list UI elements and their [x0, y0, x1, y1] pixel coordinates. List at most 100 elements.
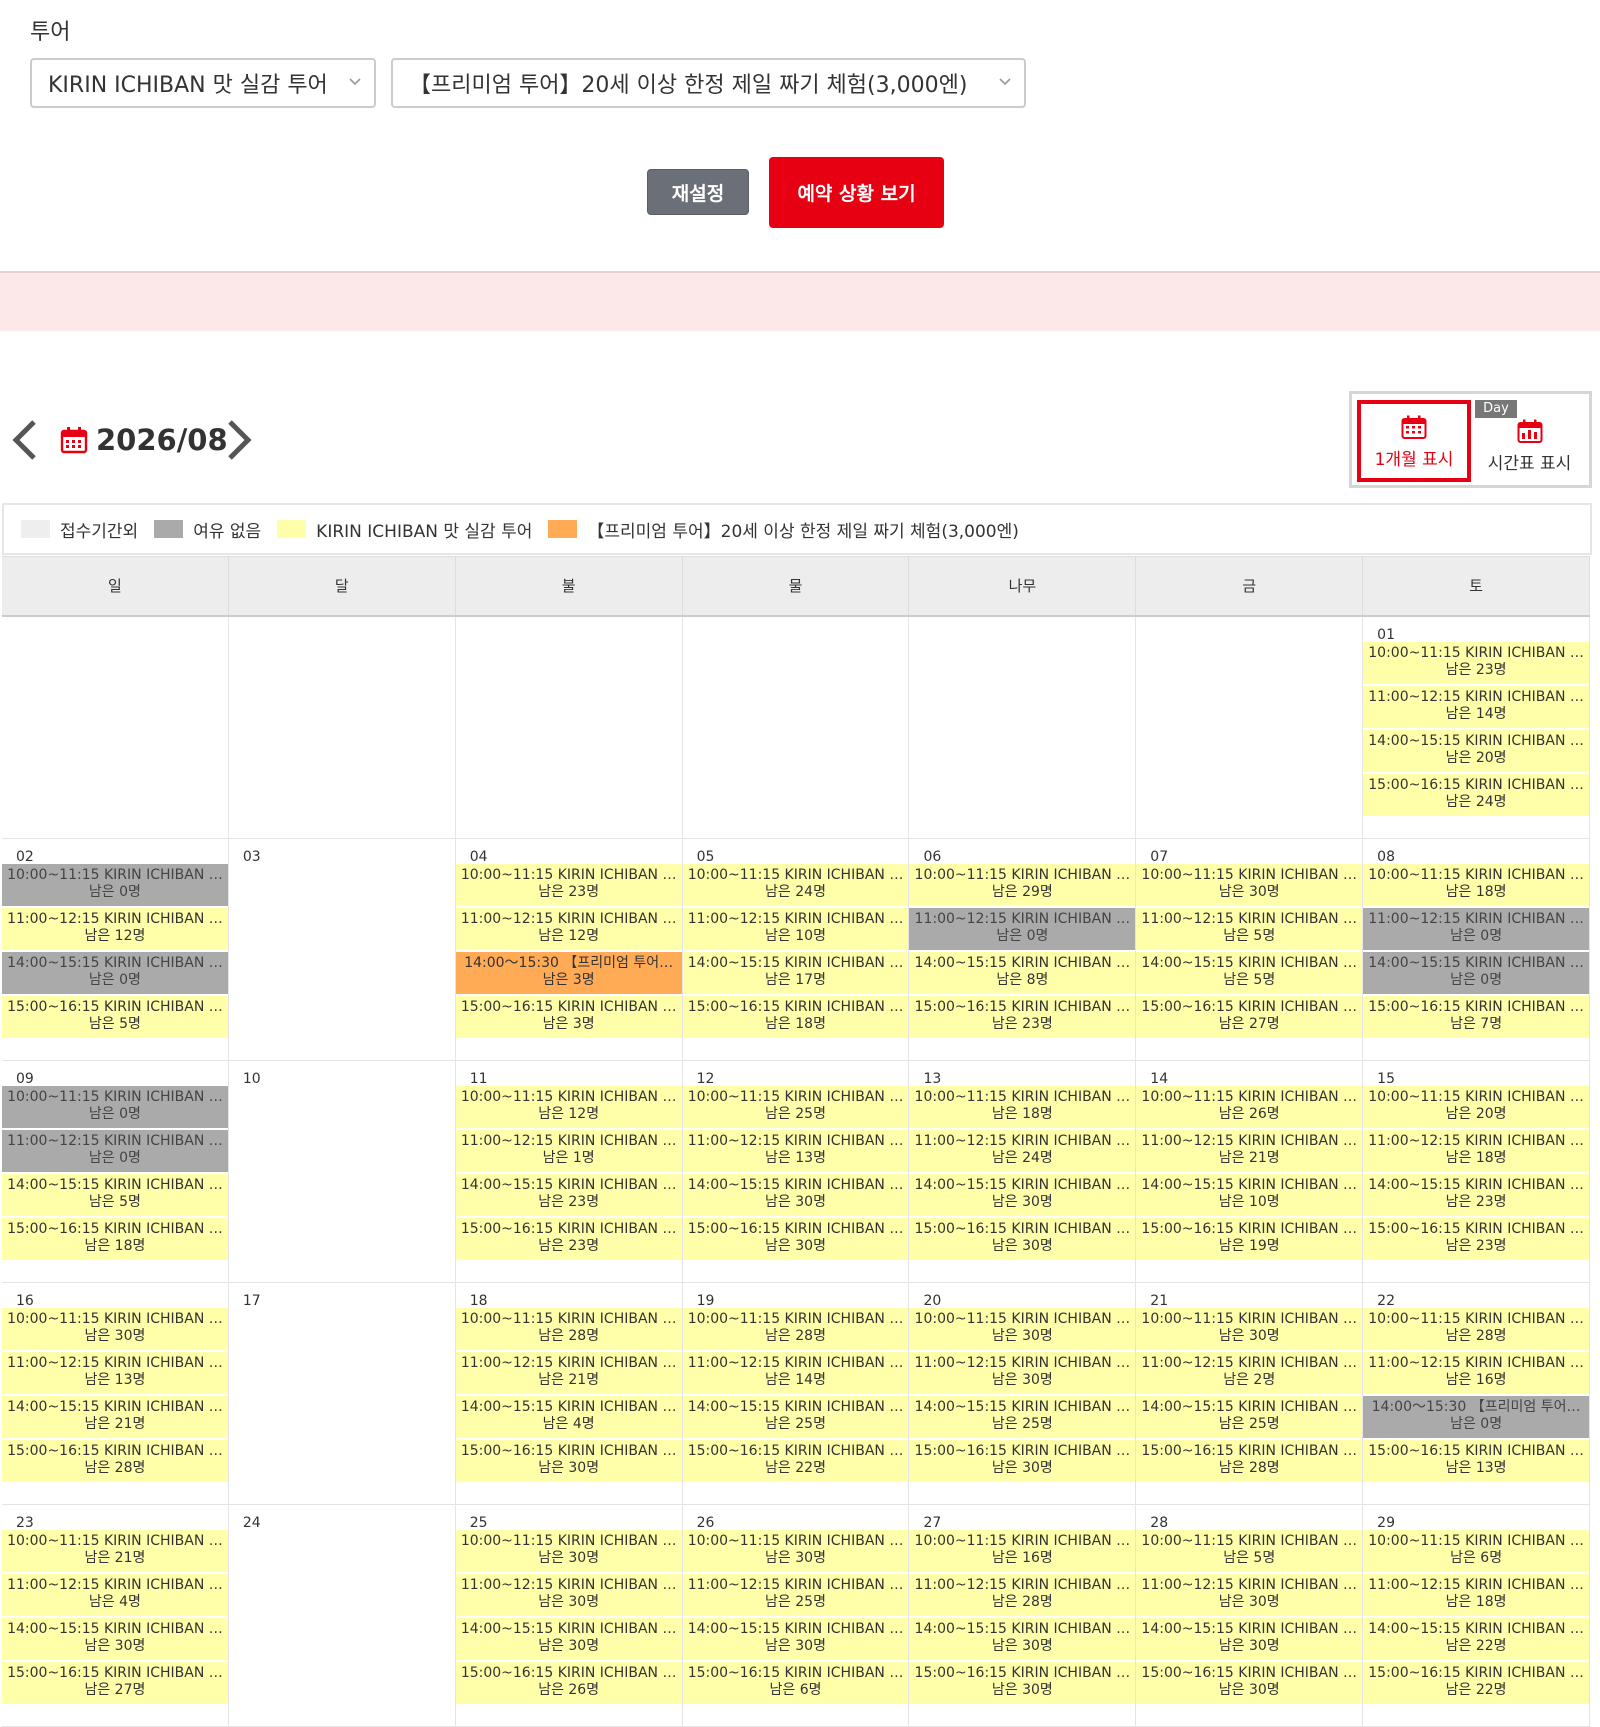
tour-slot[interactable]: 10:00~11:15 KIRIN ICHIBAN … 남은 0명 — [2, 864, 228, 906]
tour-slot[interactable]: 11:00~12:15 KIRIN ICHIBAN … 남은 5명 — [1136, 908, 1363, 950]
tour-slot[interactable]: 14:00~15:15 KIRIN ICHIBAN … 남은 25명 — [682, 1396, 909, 1438]
tour-slot[interactable]: 14:00~15:15 KIRIN ICHIBAN … 남은 25명 — [1136, 1396, 1363, 1438]
tour-slot[interactable]: 15:00~16:15 KIRIN ICHIBAN … 남은 24명 — [1363, 774, 1590, 816]
tour-slot[interactable]: 10:00~11:15 KIRIN ICHIBAN … 남은 6명 — [1363, 1530, 1590, 1572]
tour-slot[interactable]: 11:00~12:15 KIRIN ICHIBAN … 남은 0명 — [2, 1130, 228, 1172]
tour-slot[interactable]: 11:00~12:15 KIRIN ICHIBAN … 남은 12명 — [455, 908, 682, 950]
tour-slot[interactable]: 10:00~11:15 KIRIN ICHIBAN … 남은 29명 — [909, 864, 1136, 906]
tour-slot[interactable]: 15:00~16:15 KIRIN ICHIBAN … 남은 26명 — [455, 1662, 682, 1704]
tour-slot[interactable]: 10:00~11:15 KIRIN ICHIBAN … 남은 28명 — [455, 1308, 682, 1350]
tour-slot[interactable]: 14:00~15:15 KIRIN ICHIBAN … 남은 23명 — [1363, 1174, 1590, 1216]
tour-slot[interactable]: 15:00~16:15 KIRIN ICHIBAN … 남은 22명 — [1363, 1662, 1590, 1704]
tour-slot[interactable]: 11:00~12:15 KIRIN ICHIBAN … 남은 24명 — [909, 1130, 1136, 1172]
tour-slot[interactable]: 11:00~12:15 KIRIN ICHIBAN … 남은 13명 — [2, 1352, 228, 1394]
tour-slot[interactable]: 11:00~12:15 KIRIN ICHIBAN … 남은 0명 — [1363, 908, 1590, 950]
tour-slot[interactable]: 14:00~15:15 KIRIN ICHIBAN … 남은 8명 — [909, 952, 1136, 994]
tour-slot[interactable]: 15:00~16:15 KIRIN ICHIBAN … 남은 23명 — [1363, 1218, 1590, 1260]
tour-slot[interactable]: 10:00~11:15 KIRIN ICHIBAN … 남은 5명 — [1136, 1530, 1363, 1572]
tour-slot[interactable]: 11:00~12:15 KIRIN ICHIBAN … 남은 2명 — [1136, 1352, 1363, 1394]
tour-slot[interactable]: 10:00~11:15 KIRIN ICHIBAN … 남은 18명 — [1363, 864, 1590, 906]
tour-slot[interactable]: 11:00~12:15 KIRIN ICHIBAN … 남은 1명 — [455, 1130, 682, 1172]
tour-slot[interactable]: 10:00~11:15 KIRIN ICHIBAN … 남은 30명 — [1136, 1308, 1363, 1350]
tour-slot[interactable]: 15:00~16:15 KIRIN ICHIBAN … 남은 13명 — [1363, 1440, 1590, 1482]
tour-slot[interactable]: 11:00~12:15 KIRIN ICHIBAN … 남은 30명 — [1136, 1574, 1363, 1616]
tour-slot[interactable]: 11:00~12:15 KIRIN ICHIBAN … 남은 21명 — [1136, 1130, 1363, 1172]
tour-slot[interactable]: 11:00~12:15 KIRIN ICHIBAN … 남은 10명 — [682, 908, 909, 950]
tour-slot[interactable]: 10:00~11:15 KIRIN ICHIBAN … 남은 20명 — [1363, 1086, 1590, 1128]
course-select[interactable]: 【프리미엄 투어】20세 이상 한정 제일 짜기 체험(3,000엔) — [391, 58, 1026, 108]
tour-slot[interactable]: 11:00~12:15 KIRIN ICHIBAN … 남은 28명 — [909, 1574, 1136, 1616]
next-month-icon[interactable] — [222, 418, 256, 462]
tour-slot[interactable]: 10:00~11:15 KIRIN ICHIBAN … 남은 28명 — [682, 1308, 909, 1350]
tour-slot[interactable]: 15:00~16:15 KIRIN ICHIBAN … 남은 5명 — [2, 996, 228, 1038]
tour-slot[interactable]: 14:00~15:15 KIRIN ICHIBAN … 남은 10명 — [1136, 1174, 1363, 1216]
tour-slot[interactable]: 14:00~15:15 KIRIN ICHIBAN … 남은 25명 — [909, 1396, 1136, 1438]
tour-select[interactable]: KIRIN ICHIBAN 맛 실감 투어 — [30, 58, 376, 108]
tour-slot[interactable]: 15:00~16:15 KIRIN ICHIBAN … 남은 23명 — [455, 1218, 682, 1260]
tour-slot[interactable]: 15:00~16:15 KIRIN ICHIBAN … 남은 18명 — [2, 1218, 228, 1260]
tour-slot[interactable]: 10:00~11:15 KIRIN ICHIBAN … 남은 30명 — [1136, 864, 1363, 906]
tour-slot[interactable]: 14:00~15:15 KIRIN ICHIBAN … 남은 30명 — [2, 1618, 228, 1660]
tour-slot[interactable]: 11:00~12:15 KIRIN ICHIBAN … 남은 25명 — [682, 1574, 909, 1616]
tour-slot[interactable]: 14:00~15:15 KIRIN ICHIBAN … 남은 23명 — [455, 1174, 682, 1216]
tour-slot[interactable]: 10:00~11:15 KIRIN ICHIBAN … 남은 16명 — [909, 1530, 1136, 1572]
prev-month-icon[interactable] — [8, 418, 42, 462]
tour-slot[interactable]: 11:00~12:15 KIRIN ICHIBAN … 남은 21명 — [455, 1352, 682, 1394]
tour-slot[interactable]: 11:00~12:15 KIRIN ICHIBAN … 남은 30명 — [455, 1574, 682, 1616]
tour-slot[interactable]: 15:00~16:15 KIRIN ICHIBAN … 남은 28명 — [2, 1440, 228, 1482]
tour-slot[interactable]: 15:00~16:15 KIRIN ICHIBAN … 남은 27명 — [2, 1662, 228, 1704]
tour-slot[interactable]: 11:00~12:15 KIRIN ICHIBAN … 남은 16명 — [1363, 1352, 1590, 1394]
tour-slot[interactable]: 15:00~16:15 KIRIN ICHIBAN … 남은 28명 — [1136, 1440, 1363, 1482]
tour-slot[interactable]: 11:00~12:15 KIRIN ICHIBAN … 남은 4명 — [2, 1574, 228, 1616]
tour-slot[interactable]: 11:00~12:15 KIRIN ICHIBAN … 남은 18명 — [1363, 1574, 1590, 1616]
tour-slot[interactable]: 15:00~16:15 KIRIN ICHIBAN … 남은 19명 — [1136, 1218, 1363, 1260]
tour-slot[interactable]: 14:00~15:15 KIRIN ICHIBAN … 남은 30명 — [1136, 1618, 1363, 1660]
tour-slot[interactable]: 14:00~15:15 KIRIN ICHIBAN … 남은 30명 — [909, 1618, 1136, 1660]
reset-button[interactable]: 재설정 — [647, 169, 749, 215]
tour-slot[interactable]: 15:00~16:15 KIRIN ICHIBAN … 남은 30명 — [909, 1662, 1136, 1704]
tour-slot[interactable]: 14:00~15:15 KIRIN ICHIBAN … 남은 5명 — [1136, 952, 1363, 994]
tour-slot[interactable]: 15:00~16:15 KIRIN ICHIBAN … 남은 30명 — [909, 1440, 1136, 1482]
tour-slot[interactable]: 15:00~16:15 KIRIN ICHIBAN … 남은 23명 — [909, 996, 1136, 1038]
tour-slot[interactable]: 10:00~11:15 KIRIN ICHIBAN … 남은 30명 — [2, 1308, 228, 1350]
tour-slot[interactable]: 14:00~15:15 KIRIN ICHIBAN … 남은 30명 — [909, 1174, 1136, 1216]
tour-slot[interactable]: 14:00~15:15 KIRIN ICHIBAN … 남은 17명 — [682, 952, 909, 994]
tour-slot[interactable]: 14:00～15:30 【프리미엄 투어… 남은 0명 — [1363, 1396, 1590, 1438]
tour-slot[interactable]: 15:00~16:15 KIRIN ICHIBAN … 남은 18명 — [682, 996, 909, 1038]
tour-slot[interactable]: 14:00~15:15 KIRIN ICHIBAN … 남은 0명 — [1363, 952, 1590, 994]
tour-slot[interactable]: 10:00~11:15 KIRIN ICHIBAN … 남은 28명 — [1363, 1308, 1590, 1350]
tour-slot[interactable]: 15:00~16:15 KIRIN ICHIBAN … 남은 30명 — [909, 1218, 1136, 1260]
tour-slot[interactable]: 14:00~15:15 KIRIN ICHIBAN … 남은 5명 — [2, 1174, 228, 1216]
tour-slot[interactable]: 10:00~11:15 KIRIN ICHIBAN … 남은 30명 — [455, 1530, 682, 1572]
tour-slot[interactable]: 14:00~15:15 KIRIN ICHIBAN … 남은 21명 — [2, 1396, 228, 1438]
tour-slot[interactable]: 11:00~12:15 KIRIN ICHIBAN … 남은 12명 — [2, 908, 228, 950]
tour-slot[interactable]: 11:00~12:15 KIRIN ICHIBAN … 남은 18명 — [1363, 1130, 1590, 1172]
tour-slot[interactable]: 14:00~15:15 KIRIN ICHIBAN … 남은 30명 — [455, 1618, 682, 1660]
tour-slot[interactable]: 10:00~11:15 KIRIN ICHIBAN … 남은 18명 — [909, 1086, 1136, 1128]
month-view-button[interactable]: 1개월 표시 — [1357, 400, 1471, 482]
tour-slot[interactable]: 15:00~16:15 KIRIN ICHIBAN … 남은 22명 — [682, 1440, 909, 1482]
day-view-button[interactable]: 시간표 표시 — [1474, 400, 1585, 482]
tour-slot[interactable]: 14:00~15:15 KIRIN ICHIBAN … 남은 30명 — [682, 1174, 909, 1216]
tour-slot[interactable]: 11:00~12:15 KIRIN ICHIBAN … 남은 13명 — [682, 1130, 909, 1172]
tour-slot[interactable]: 10:00~11:15 KIRIN ICHIBAN … 남은 21명 — [2, 1530, 228, 1572]
tour-slot[interactable]: 15:00~16:15 KIRIN ICHIBAN … 남은 3명 — [455, 996, 682, 1038]
tour-slot[interactable]: 10:00~11:15 KIRIN ICHIBAN … 남은 24명 — [682, 864, 909, 906]
tour-slot[interactable]: 10:00~11:15 KIRIN ICHIBAN … 남은 26명 — [1136, 1086, 1363, 1128]
tour-slot[interactable]: 10:00~11:15 KIRIN ICHIBAN … 남은 30명 — [909, 1308, 1136, 1350]
tour-slot[interactable]: 11:00~12:15 KIRIN ICHIBAN … 남은 30명 — [909, 1352, 1136, 1394]
tour-slot[interactable]: 10:00~11:15 KIRIN ICHIBAN … 남은 12명 — [455, 1086, 682, 1128]
tour-slot[interactable]: 15:00~16:15 KIRIN ICHIBAN … 남은 30명 — [682, 1218, 909, 1260]
tour-slot[interactable]: 11:00~12:15 KIRIN ICHIBAN … 남은 14명 — [1363, 686, 1590, 728]
tour-slot[interactable]: 10:00~11:15 KIRIN ICHIBAN … 남은 0명 — [2, 1086, 228, 1128]
tour-slot[interactable]: 11:00~12:15 KIRIN ICHIBAN … 남은 0명 — [909, 908, 1136, 950]
tour-slot[interactable]: 15:00~16:15 KIRIN ICHIBAN … 남은 7명 — [1363, 996, 1590, 1038]
tour-slot[interactable]: 14:00~15:15 KIRIN ICHIBAN … 남은 30명 — [682, 1618, 909, 1660]
tour-slot[interactable]: 14:00~15:15 KIRIN ICHIBAN … 남은 4명 — [455, 1396, 682, 1438]
tour-slot[interactable]: 10:00~11:15 KIRIN ICHIBAN … 남은 25명 — [682, 1086, 909, 1128]
tour-slot[interactable]: 15:00~16:15 KIRIN ICHIBAN … 남은 30명 — [1136, 1662, 1363, 1704]
tour-slot[interactable]: 14:00~15:15 KIRIN ICHIBAN … 남은 0명 — [2, 952, 228, 994]
view-availability-button[interactable]: 예약 상황 보기 — [769, 157, 944, 228]
tour-slot[interactable]: 15:00~16:15 KIRIN ICHIBAN … 남은 30명 — [455, 1440, 682, 1482]
tour-slot[interactable]: 14:00～15:30 【프리미엄 투어… 남은 3명 — [455, 952, 682, 994]
